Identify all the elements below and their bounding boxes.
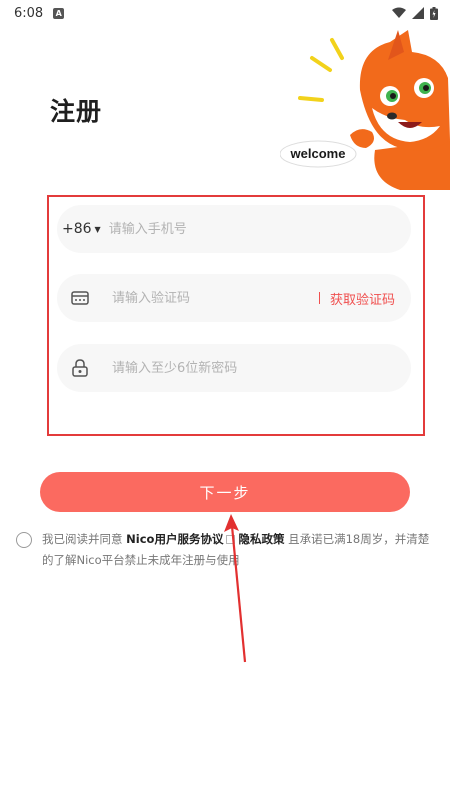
notification-icon: A (53, 7, 65, 19)
status-icons (392, 6, 438, 20)
page-title: 注册 (50, 97, 103, 126)
wifi-icon (392, 7, 406, 18)
password-field[interactable] (57, 344, 411, 392)
register-screen: 6:08 A 注册 welcome +86 ▼ 请输入手机号 请输入验证码 获取… (0, 0, 450, 800)
next-button[interactable]: 下一步 (40, 472, 410, 512)
caret-down-icon: ▼ (94, 224, 101, 234)
service-agreement-link[interactable]: Nico用户服务协议 (126, 532, 223, 546)
password-input[interactable] (112, 348, 411, 388)
agreement-checkbox[interactable] (16, 532, 32, 548)
country-code-label: +86 (62, 221, 92, 237)
get-code-divider (318, 292, 320, 304)
lock-icon (67, 355, 93, 381)
phone-input[interactable] (108, 209, 411, 249)
register-form: +86 ▼ 获取验证码 (47, 195, 425, 436)
annotation-arrow-icon (224, 514, 247, 663)
fox-mascot-icon: welcome (280, 30, 450, 190)
code-input[interactable] (112, 278, 319, 318)
get-code-button[interactable]: 获取验证码 (318, 289, 395, 308)
status-bar: 6:08 A (0, 0, 450, 26)
verification-code-icon (67, 285, 93, 311)
signal-icon (412, 7, 424, 19)
country-code-selector[interactable]: +86 ▼ (62, 221, 101, 237)
get-code-label: 获取验证码 (329, 292, 395, 308)
code-field[interactable]: 获取验证码 (57, 274, 411, 322)
battery-icon (430, 6, 438, 20)
phone-field[interactable]: +86 ▼ (57, 205, 411, 253)
status-time: 6:08 (14, 5, 44, 21)
agreement-prefix: 我已阅读并同意 (42, 532, 127, 546)
welcome-sign-text: welcome (290, 146, 346, 161)
